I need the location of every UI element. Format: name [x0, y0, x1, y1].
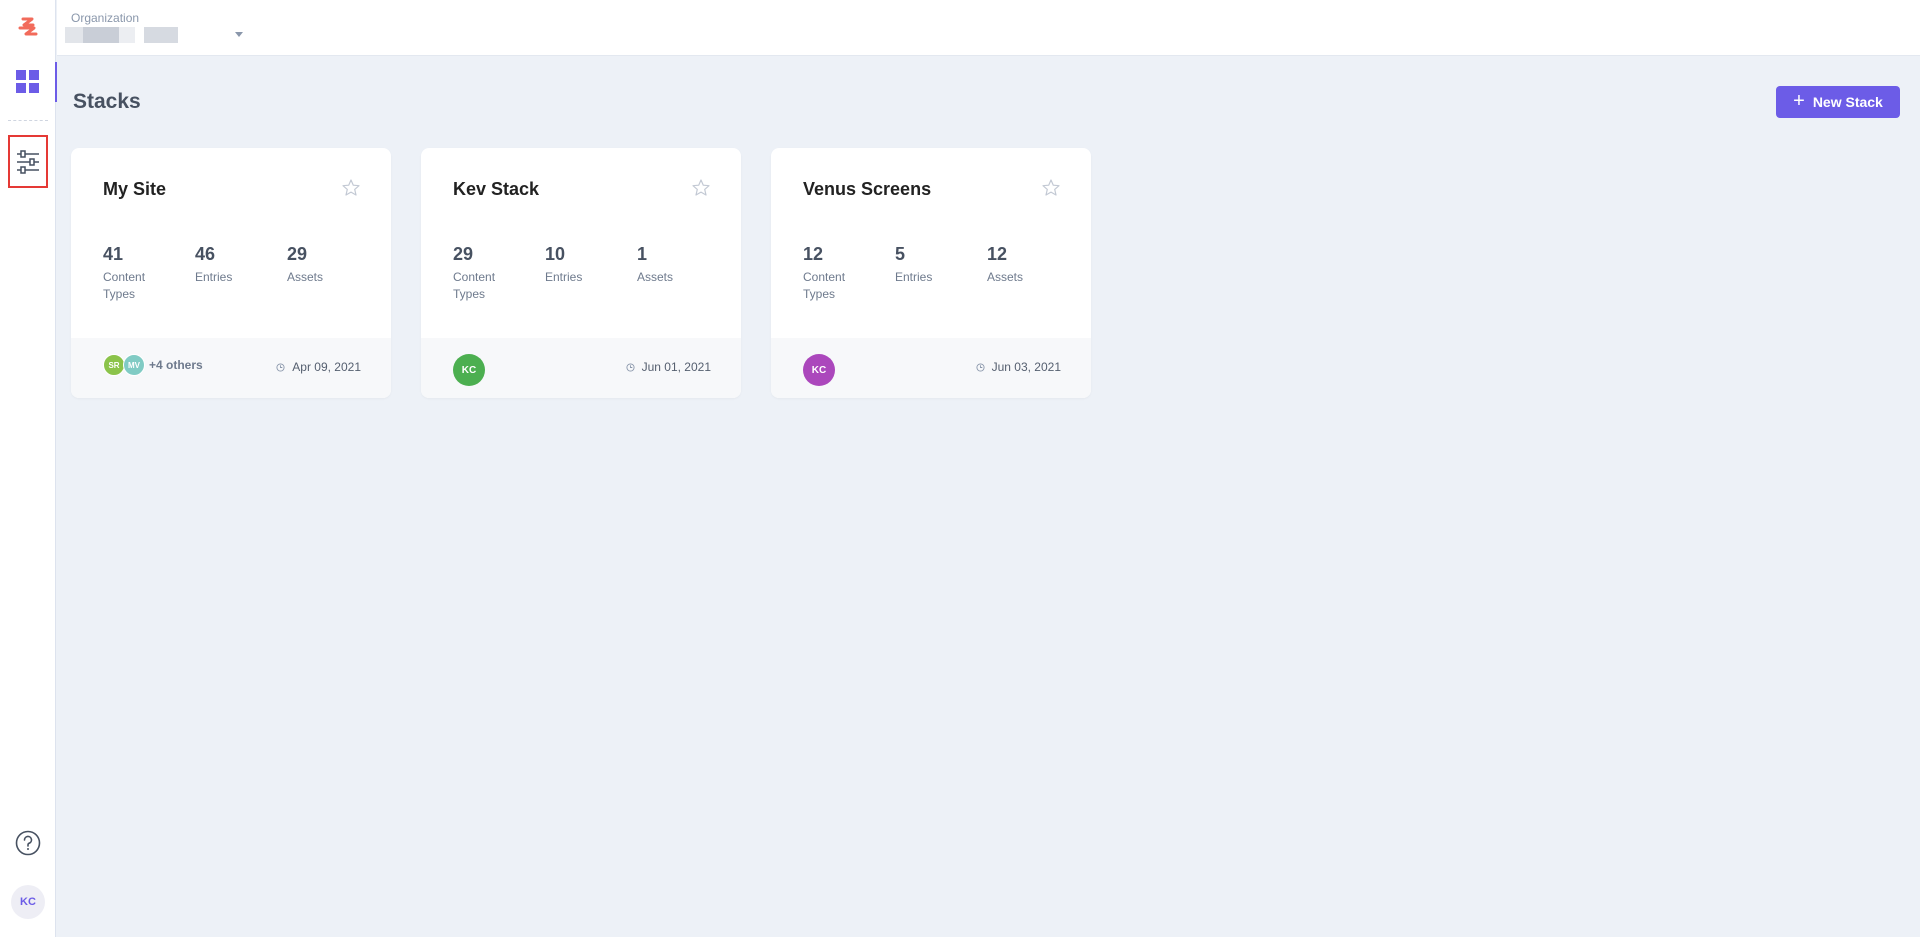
stat-label: Assets	[287, 270, 324, 284]
star-icon[interactable]	[1041, 178, 1061, 198]
nav-dashboard[interactable]	[0, 60, 57, 104]
user-avatar[interactable]: KC	[11, 885, 45, 919]
stat-content-types: 29 Content Types	[453, 244, 545, 303]
stat-value: 1	[637, 244, 648, 264]
stack-stats: 12 Content Types 5 Entries 12 Assets	[803, 244, 1079, 303]
stat-value: 41	[103, 244, 124, 264]
stat-label: Content Types	[453, 270, 496, 301]
stat-value: 5	[895, 244, 906, 264]
stack-stats: 41 Content Types 46 Entries 29 Assets	[103, 244, 379, 303]
star-icon[interactable]	[691, 178, 711, 198]
date-text: Jun 03, 2021	[991, 360, 1061, 374]
organization-name-redacted	[144, 27, 178, 43]
clock-icon	[276, 362, 285, 372]
stack-name: Kev Stack	[453, 179, 540, 199]
stat-value: 46	[195, 244, 216, 264]
stack-card[interactable]: Kev Stack 29 Content Types 10 Entries 1 …	[421, 148, 741, 398]
help-button[interactable]	[14, 829, 42, 857]
page-title: Stacks	[73, 90, 141, 113]
date-text: Jun 01, 2021	[641, 360, 711, 374]
new-stack-button[interactable]: + New Stack	[1776, 86, 1900, 118]
sidebar-divider	[8, 120, 48, 121]
stat-content-types: 12 Content Types	[803, 244, 895, 303]
help-icon	[15, 830, 41, 856]
card-footer: SR MV +4 others Apr 09, 2021	[71, 338, 391, 398]
organization-name-redacted	[83, 27, 119, 43]
stat-label: Entries	[895, 270, 933, 284]
stat-label: Content Types	[103, 270, 146, 301]
organization-name-redacted	[65, 27, 83, 43]
settings-sliders-icon	[17, 149, 39, 174]
stat-value: 12	[803, 244, 824, 264]
collaborator-avatars: SR MV +4 others	[103, 354, 203, 376]
collaborator-avatars: KC	[453, 354, 485, 386]
stat-value: 29	[453, 244, 474, 264]
stack-date: Jun 01, 2021	[626, 360, 711, 374]
avatar[interactable]: SR	[103, 354, 125, 376]
stat-assets: 12 Assets	[987, 244, 1079, 303]
date-text: Apr 09, 2021	[292, 360, 361, 374]
stat-value: 12	[987, 244, 1008, 264]
stack-card[interactable]: My Site 41 Content Types 46 Entries 29 A…	[71, 148, 391, 398]
stack-cards: My Site 41 Content Types 46 Entries 29 A…	[71, 148, 1091, 398]
contentstack-logo-icon[interactable]	[14, 16, 42, 40]
avatar[interactable]: KC	[453, 354, 485, 386]
clock-icon	[976, 362, 985, 372]
organization-select[interactable]	[65, 24, 255, 48]
dashboard-icon	[16, 70, 39, 93]
organization-name-redacted	[119, 27, 135, 43]
stat-entries: 46 Entries	[195, 244, 287, 303]
stat-entries: 10 Entries	[545, 244, 637, 303]
collaborator-avatars: KC	[803, 354, 835, 386]
chevron-down-icon	[235, 32, 243, 37]
clock-icon	[626, 362, 635, 372]
stack-name: My Site	[103, 179, 167, 199]
stack-date: Apr 09, 2021	[276, 360, 361, 374]
stack-name: Venus Screens	[803, 179, 932, 199]
card-footer: KC Jun 03, 2021	[771, 338, 1091, 398]
card-footer: KC Jun 01, 2021	[421, 338, 741, 398]
stat-label: Entries	[195, 270, 233, 284]
top-header: Organization	[57, 0, 1920, 56]
organization-label: Organization	[71, 11, 140, 25]
star-icon[interactable]	[341, 178, 361, 198]
avatar[interactable]: KC	[803, 354, 835, 386]
stat-value: 29	[287, 244, 308, 264]
avatar[interactable]: MV	[123, 354, 145, 376]
others-count[interactable]: +4 others	[149, 358, 203, 372]
stat-entries: 5 Entries	[895, 244, 987, 303]
plus-icon: +	[1793, 90, 1805, 112]
nav-settings[interactable]	[8, 135, 48, 188]
stat-assets: 29 Assets	[287, 244, 379, 303]
stat-label: Entries	[545, 270, 583, 284]
stat-label: Assets	[637, 270, 674, 284]
stat-label: Content Types	[803, 270, 846, 301]
stack-date: Jun 03, 2021	[976, 360, 1061, 374]
stat-value: 10	[545, 244, 566, 264]
stat-content-types: 41 Content Types	[103, 244, 195, 303]
new-stack-label: New Stack	[1812, 94, 1883, 110]
stat-label: Assets	[987, 270, 1024, 284]
stack-stats: 29 Content Types 10 Entries 1 Assets	[453, 244, 729, 303]
stack-card[interactable]: Venus Screens 12 Content Types 5 Entries…	[771, 148, 1091, 398]
sidebar: KC	[0, 0, 57, 937]
stat-assets: 1 Assets	[637, 244, 729, 303]
